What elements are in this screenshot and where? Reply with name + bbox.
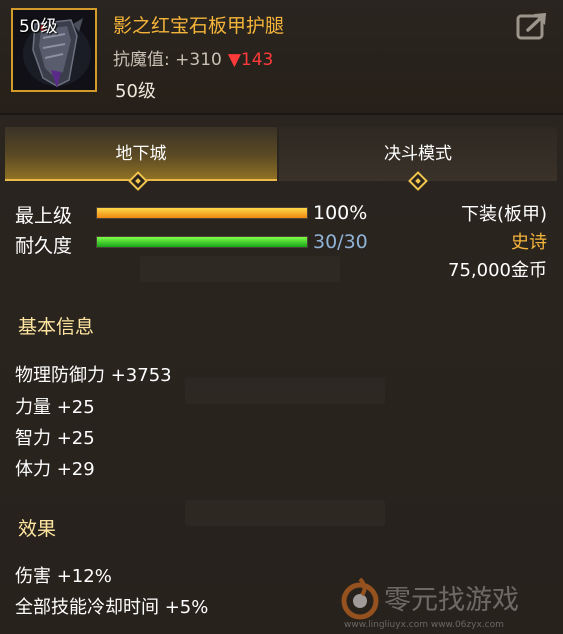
item-header: 50级 影之红宝石板甲护腿 抗魔值: +310 ▼143 50级 xyxy=(0,0,563,113)
price: 75,000金币 xyxy=(448,260,547,281)
item-icon-frame[interactable]: 50级 xyxy=(11,8,97,92)
basic-info-title: 基本信息 xyxy=(18,316,95,338)
stat-vitality: 体力 +29 xyxy=(15,459,95,480)
rarity: 史诗 xyxy=(511,232,547,253)
watermark-brand: 零元找游戏 xyxy=(384,585,519,616)
background-row xyxy=(140,256,340,282)
magic-resistance: 抗魔值: +310 ▼143 xyxy=(113,45,273,70)
item-level-badge: 50级 xyxy=(19,17,58,37)
header-divider xyxy=(0,113,563,115)
effects-title: 效果 xyxy=(18,518,57,540)
max-level-value: 100% xyxy=(313,202,368,224)
max-level-label: 最上级 xyxy=(15,205,73,227)
tab-dungeon[interactable]: 地下城 xyxy=(5,127,277,181)
stat-physical-defense: 物理防御力 +3753 xyxy=(15,365,172,386)
item-tooltip-panel: 50级 影之红宝石板甲护腿 抗魔值: +310 ▼143 50级 地下城 决斗模式… xyxy=(0,0,563,634)
stat-strength: 力量 +25 xyxy=(15,397,95,418)
durability-bar xyxy=(96,236,308,248)
magic-resistance-value: 抗魔值: +310 xyxy=(113,50,222,70)
durability-bar-fill xyxy=(97,237,307,247)
stat-intelligence: 智力 +25 xyxy=(15,428,95,449)
durability-value: 30/30 xyxy=(313,231,368,253)
background-row xyxy=(185,500,385,526)
durability-label: 耐久度 xyxy=(15,235,73,257)
watermark-url: www.lingliuyx.com www.06zyx.com xyxy=(344,620,504,630)
share-icon[interactable] xyxy=(516,10,550,40)
max-level-bar-fill xyxy=(97,208,307,218)
magic-resistance-diff: ▼143 xyxy=(227,50,274,70)
slot-type: 下装(板甲) xyxy=(460,204,547,225)
effect-cooldown: 全部技能冷却时间 +5% xyxy=(15,597,209,618)
background-row xyxy=(185,378,385,404)
watermark: 零元找游戏 www.lingliuyx.com www.06zyx.com xyxy=(341,577,519,630)
max-level-bar xyxy=(96,207,308,219)
watermark-logo-icon xyxy=(341,577,379,620)
effect-damage: 伤害 +12% xyxy=(15,566,112,587)
item-name: 影之红宝石板甲护腿 xyxy=(113,15,285,37)
required-level: 50级 xyxy=(115,81,156,102)
